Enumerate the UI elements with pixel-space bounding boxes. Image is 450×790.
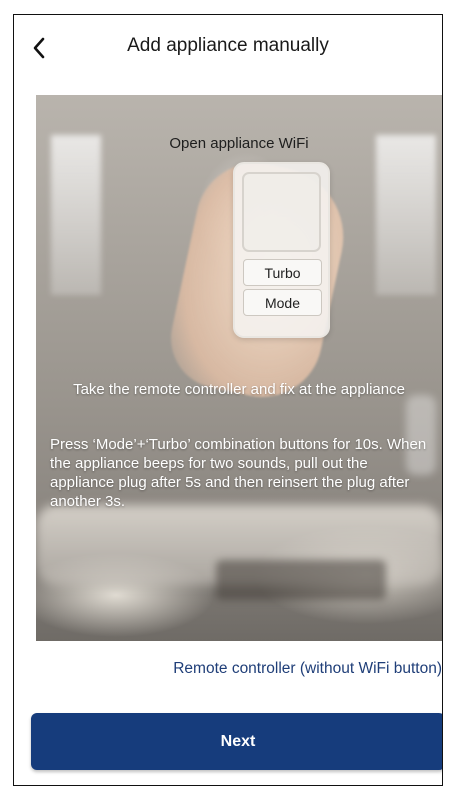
background-table [216,560,386,600]
header: Add appliance manually [14,15,442,83]
turbo-button-illustration: Turbo [243,259,322,286]
step-title: Open appliance WiFi [169,135,309,152]
app-screen: Add appliance manually Open appliance Wi… [13,14,443,786]
next-button[interactable]: Next [31,713,442,770]
remote-screen [242,172,321,252]
background-window [376,135,436,295]
page-title: Add appliance manually [127,35,329,56]
background-window [51,135,101,295]
step-caption: Take the remote controller and fix at th… [73,381,405,398]
instruction-illustration: Open appliance WiFi Turbo Mode Take the … [36,95,442,641]
instructions-text: Press ‘Mode’+‘Turbo’ combination buttons… [50,436,427,510]
mode-button-illustration: Mode [243,289,322,316]
remote-without-wifi-link[interactable]: Remote controller (without WiFi button) [173,660,442,678]
remote-controller-illustration: Turbo Mode [233,162,330,338]
